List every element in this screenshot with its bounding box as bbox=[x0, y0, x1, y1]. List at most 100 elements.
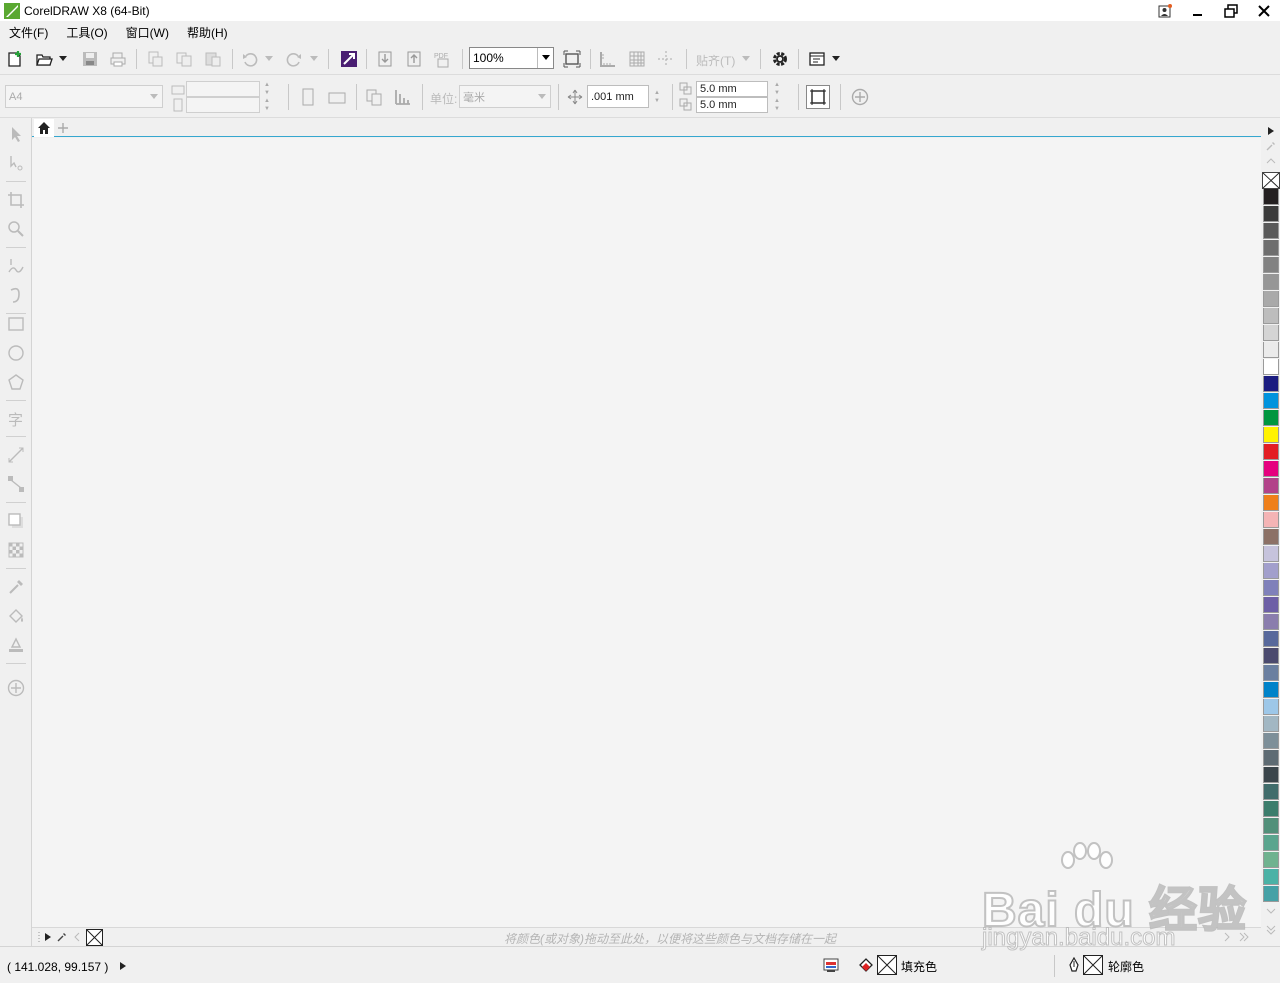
color-swatch[interactable] bbox=[1263, 614, 1279, 630]
page-size-select[interactable]: A4 bbox=[5, 85, 163, 108]
no-color-swatch[interactable] bbox=[1262, 172, 1280, 189]
drawing-workspace[interactable] bbox=[32, 138, 1261, 927]
portrait-icon[interactable] bbox=[298, 87, 318, 107]
palette-scroll-right-icon[interactable] bbox=[1222, 931, 1232, 943]
home-tab-icon[interactable] bbox=[34, 119, 54, 137]
color-swatch[interactable] bbox=[1263, 750, 1279, 766]
color-swatch[interactable] bbox=[1263, 767, 1279, 783]
palette-scroll-end-icon[interactable] bbox=[1238, 931, 1250, 943]
color-swatch[interactable] bbox=[1263, 597, 1279, 613]
shape-tool-icon[interactable] bbox=[4, 151, 28, 175]
color-swatch[interactable] bbox=[1263, 784, 1279, 800]
launcher-dropdown-icon[interactable] bbox=[830, 53, 842, 65]
crop-tool-icon[interactable] bbox=[4, 188, 28, 212]
duplicate-y-input[interactable]: 5.0 mm bbox=[696, 97, 768, 113]
color-swatch[interactable] bbox=[1263, 427, 1279, 443]
color-swatch[interactable] bbox=[1263, 359, 1279, 375]
options-gear-icon[interactable] bbox=[769, 49, 791, 69]
smart-fill-tool-icon[interactable] bbox=[4, 633, 28, 657]
new-document-icon[interactable] bbox=[5, 49, 25, 69]
interactive-fill-tool-icon[interactable] bbox=[4, 604, 28, 628]
menu-tools[interactable]: 工具(O) bbox=[61, 24, 112, 41]
undo-icon[interactable] bbox=[240, 49, 260, 69]
palette-scroll-end-icon[interactable] bbox=[1265, 924, 1277, 936]
pick-tool-icon[interactable] bbox=[4, 122, 28, 146]
rectangle-tool-icon[interactable] bbox=[4, 312, 28, 336]
color-swatch[interactable] bbox=[1263, 818, 1279, 834]
nudge-distance-spinner[interactable]: ▲ ▼ bbox=[650, 85, 664, 108]
quick-customize-icon[interactable] bbox=[850, 87, 870, 107]
page-height-input[interactable] bbox=[186, 97, 260, 113]
palette-grip-icon[interactable] bbox=[36, 931, 42, 943]
ellipse-tool-icon[interactable] bbox=[4, 341, 28, 365]
color-swatch[interactable] bbox=[1263, 461, 1279, 477]
nudge-distance-input[interactable]: .001 mm bbox=[587, 85, 649, 108]
undo-dropdown-icon[interactable] bbox=[263, 53, 275, 65]
color-swatch[interactable] bbox=[1263, 546, 1279, 562]
color-swatch[interactable] bbox=[1263, 563, 1279, 579]
color-swatch[interactable] bbox=[1263, 444, 1279, 460]
color-swatch[interactable] bbox=[1263, 886, 1279, 902]
connector-tool-icon[interactable] bbox=[4, 472, 28, 496]
color-swatch[interactable] bbox=[1263, 835, 1279, 851]
text-tool-icon[interactable]: 字 bbox=[4, 407, 28, 431]
color-swatch[interactable] bbox=[1263, 733, 1279, 749]
color-proofing-icon[interactable] bbox=[822, 956, 840, 974]
color-swatch[interactable] bbox=[1263, 478, 1279, 494]
copy-icon[interactable] bbox=[174, 49, 194, 69]
export-icon[interactable] bbox=[404, 49, 424, 69]
freehand-tool-icon[interactable] bbox=[4, 254, 28, 278]
palette-scroll-left-icon[interactable] bbox=[72, 931, 82, 943]
page-width-input[interactable] bbox=[186, 81, 260, 97]
color-swatch[interactable] bbox=[1263, 580, 1279, 596]
page-width-spinner[interactable]: ▲ ▼ bbox=[260, 81, 274, 97]
units-select[interactable]: 毫米 bbox=[459, 85, 551, 108]
color-swatch[interactable] bbox=[1263, 699, 1279, 715]
publish-pdf-icon[interactable]: PDF bbox=[433, 49, 453, 69]
no-color-swatch[interactable] bbox=[86, 929, 103, 946]
duplicate-y-spinner[interactable]: ▲ ▼ bbox=[770, 97, 784, 113]
color-swatch[interactable] bbox=[1263, 495, 1279, 511]
palette-eyedropper-icon[interactable] bbox=[57, 931, 67, 943]
zoom-tool-icon[interactable] bbox=[4, 217, 28, 241]
show-guidelines-icon[interactable] bbox=[656, 49, 676, 69]
show-grid-icon[interactable] bbox=[627, 49, 647, 69]
color-swatch[interactable] bbox=[1263, 529, 1279, 545]
palette-eyedropper-icon[interactable] bbox=[1265, 140, 1277, 152]
open-folder-icon[interactable] bbox=[34, 49, 54, 69]
snap-to-label[interactable]: 贴齐(T) bbox=[696, 52, 735, 69]
quick-customize-tools-icon[interactable] bbox=[4, 676, 28, 700]
transparency-tool-icon[interactable] bbox=[4, 538, 28, 562]
minimize-button[interactable] bbox=[1181, 0, 1214, 21]
print-icon[interactable] bbox=[108, 49, 128, 69]
artistic-media-tool-icon[interactable] bbox=[4, 283, 28, 307]
color-swatch[interactable] bbox=[1263, 257, 1279, 273]
color-swatch[interactable] bbox=[1263, 393, 1279, 409]
import-icon[interactable] bbox=[375, 49, 395, 69]
color-swatch[interactable] bbox=[1263, 801, 1279, 817]
paste-icon[interactable] bbox=[203, 49, 223, 69]
search-content-icon[interactable] bbox=[339, 49, 359, 69]
chevron-down-icon[interactable] bbox=[150, 94, 158, 100]
color-swatch[interactable] bbox=[1263, 410, 1279, 426]
palette-flyout-arrow-icon[interactable] bbox=[1266, 126, 1276, 136]
polygon-tool-icon[interactable] bbox=[4, 370, 28, 394]
outline-color-none-swatch[interactable] bbox=[1083, 955, 1103, 975]
palette-menu-arrow-icon[interactable] bbox=[44, 932, 52, 942]
color-swatch[interactable] bbox=[1263, 274, 1279, 290]
chevron-down-icon[interactable] bbox=[537, 48, 553, 68]
menu-file[interactable]: 文件(F) bbox=[4, 24, 53, 41]
snap-dropdown-icon[interactable] bbox=[740, 53, 752, 65]
landscape-icon[interactable] bbox=[326, 87, 348, 107]
zoom-level-select[interactable]: 100% bbox=[469, 47, 554, 69]
duplicate-x-input[interactable]: 5.0 mm bbox=[696, 81, 768, 97]
account-icon[interactable] bbox=[1148, 0, 1181, 21]
duplicate-x-spinner[interactable]: ▲ ▼ bbox=[770, 81, 784, 97]
color-swatch[interactable] bbox=[1263, 869, 1279, 885]
eyedropper-tool-icon[interactable] bbox=[4, 575, 28, 599]
full-screen-preview-icon[interactable] bbox=[562, 49, 582, 69]
menu-help[interactable]: 帮助(H) bbox=[182, 24, 233, 41]
open-dropdown-icon[interactable] bbox=[57, 53, 69, 65]
palette-scroll-down-icon[interactable] bbox=[1265, 906, 1277, 916]
application-launcher-icon[interactable] bbox=[807, 49, 827, 69]
